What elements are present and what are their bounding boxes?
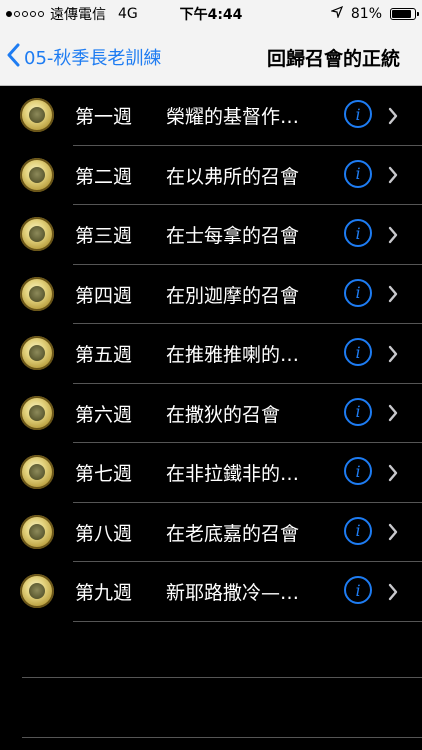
coin-icon bbox=[20, 514, 54, 549]
week-label: 第三週 bbox=[75, 225, 133, 247]
chevron-right-icon bbox=[388, 443, 398, 502]
lesson-list: 第一週 榮耀的基督作… i 第二週 在以弗所的召會 i 第三週 在士每拿的召會 i 第四週 在別迦摩… bbox=[0, 86, 422, 622]
coin-icon bbox=[20, 336, 54, 370]
carrier-name: 遠傳電信 bbox=[50, 7, 106, 23]
signal-strength-icon bbox=[6, 11, 44, 17]
battery-icon bbox=[390, 8, 419, 20]
coin-icon bbox=[20, 157, 54, 192]
lesson-title: 新耶路撒冷—… bbox=[166, 582, 300, 604]
info-icon[interactable]: i bbox=[344, 278, 372, 307]
row-separator bbox=[73, 620, 422, 622]
week-label: 第五週 bbox=[75, 344, 133, 366]
chevron-right-icon bbox=[388, 503, 398, 562]
back-button[interactable]: 05-秋季長老訓練 bbox=[6, 28, 161, 86]
lesson-title: 在非拉鐵非的… bbox=[166, 463, 300, 485]
week-label: 第二週 bbox=[75, 165, 133, 188]
chevron-right-icon bbox=[388, 384, 398, 443]
battery-percent: 81% bbox=[350, 6, 382, 22]
chevron-right-icon bbox=[388, 324, 398, 383]
info-icon[interactable]: i bbox=[344, 397, 372, 426]
info-icon[interactable]: i bbox=[344, 338, 372, 366]
navigation-bar: 05-秋季長老訓練 回歸召會的正統 bbox=[0, 28, 422, 86]
coin-icon bbox=[20, 574, 54, 608]
location-arrow-icon bbox=[329, 5, 343, 22]
chevron-right-icon bbox=[388, 562, 398, 621]
list-item[interactable]: 第一週 榮耀的基督作… i bbox=[0, 86, 422, 146]
info-icon[interactable]: i bbox=[344, 457, 372, 485]
network-type: 4G bbox=[118, 6, 138, 22]
week-label: 第四週 bbox=[75, 284, 133, 307]
list-item[interactable]: 第九週 新耶路撒冷—… i bbox=[0, 562, 422, 622]
week-label: 第一週 bbox=[75, 106, 133, 128]
lesson-title: 在老底嘉的召會 bbox=[166, 522, 300, 545]
page-title: 回歸召會的正統 bbox=[266, 47, 400, 70]
info-icon[interactable]: i bbox=[344, 219, 372, 247]
chevron-right-icon bbox=[388, 86, 398, 145]
chevron-right-icon bbox=[388, 265, 398, 324]
coin-icon bbox=[20, 276, 54, 311]
lesson-title: 在以弗所的召會 bbox=[166, 165, 300, 188]
lesson-title: 榮耀的基督作… bbox=[166, 106, 300, 128]
coin-icon bbox=[20, 217, 54, 251]
info-icon[interactable]: i bbox=[344, 100, 372, 128]
lesson-title: 在別迦摩的召會 bbox=[166, 284, 300, 307]
info-icon[interactable]: i bbox=[344, 576, 372, 604]
lesson-title: 在撒狄的召會 bbox=[166, 403, 281, 426]
back-button-label: 05-秋季長老訓練 bbox=[24, 48, 162, 69]
coin-icon bbox=[20, 98, 54, 132]
lesson-title: 在推雅推喇的… bbox=[166, 344, 300, 366]
chevron-left-icon bbox=[6, 43, 20, 72]
info-icon[interactable]: i bbox=[344, 159, 372, 188]
week-label: 第七週 bbox=[75, 463, 133, 485]
list-item[interactable]: 第三週 在士每拿的召會 i bbox=[0, 205, 422, 265]
coin-icon bbox=[20, 395, 54, 430]
week-label: 第九週 bbox=[75, 582, 133, 604]
list-item[interactable]: 第七週 在非拉鐵非的… i bbox=[0, 443, 422, 503]
list-separator bbox=[22, 737, 422, 738]
list-separator bbox=[22, 677, 422, 678]
list-item[interactable]: 第五週 在推雅推喇的… i bbox=[0, 324, 422, 384]
list-item[interactable]: 第二週 在以弗所的召會 i bbox=[0, 146, 422, 205]
lesson-title: 在士每拿的召會 bbox=[166, 225, 300, 247]
chevron-right-icon bbox=[388, 205, 398, 264]
chevron-right-icon bbox=[388, 146, 398, 205]
week-label: 第八週 bbox=[75, 522, 133, 545]
list-item[interactable]: 第八週 在老底嘉的召會 i bbox=[0, 503, 422, 562]
week-label: 第六週 bbox=[75, 403, 133, 426]
coin-icon bbox=[20, 455, 54, 489]
status-bar: 遠傳電信 4G 下午4:44 81% bbox=[0, 0, 422, 28]
info-icon[interactable]: i bbox=[344, 516, 372, 545]
list-item[interactable]: 第六週 在撒狄的召會 i bbox=[0, 384, 422, 443]
list-item[interactable]: 第四週 在別迦摩的召會 i bbox=[0, 265, 422, 324]
